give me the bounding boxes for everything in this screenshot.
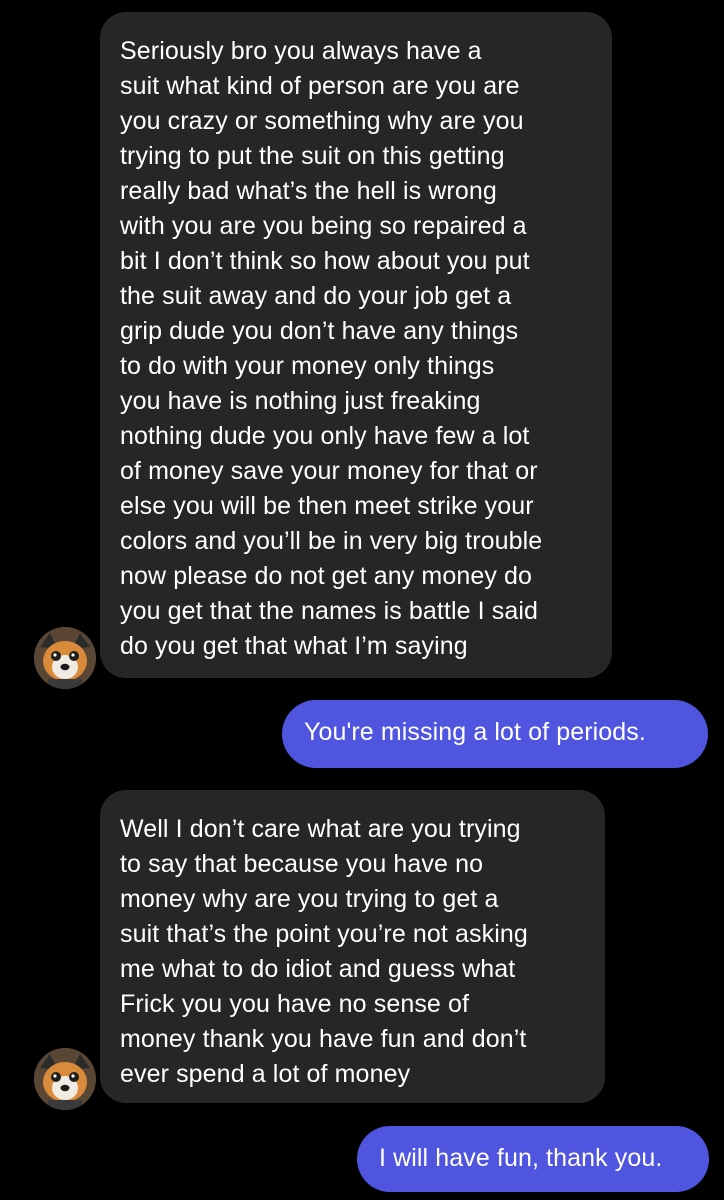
message-text-line: else you will be then meet strike your — [120, 492, 534, 520]
message-text-line: suit that’s the point you’re not asking — [120, 920, 528, 948]
outgoing-message-bubble[interactable]: You're missing a lot of periods. — [282, 700, 708, 768]
message-text-line: with you are you being so repaired a — [120, 212, 527, 240]
message-text-line: ever spend a lot of money — [120, 1060, 411, 1088]
message-text-line: really bad what’s the hell is wrong — [120, 177, 497, 205]
message-text-line: nothing dude you only have few a lot — [120, 422, 530, 450]
message-text-line: I will have fun, thank you. — [379, 1144, 663, 1172]
incoming-message-bubble[interactable]: Seriously bro you always have a suit wha… — [100, 12, 612, 678]
message-text-line: bit I don’t think so how about you put — [120, 247, 530, 275]
message-text-line: now please do not get any money do — [120, 562, 533, 590]
message-text-line: colors and you’ll be in very big trouble — [120, 527, 543, 555]
contact-avatar[interactable] — [34, 1048, 96, 1110]
message-text-line: to say that because you have no — [120, 850, 484, 878]
message-text-line: Well I don’t care what are you trying — [120, 815, 521, 843]
message-text-line: of money save your money for that or — [120, 457, 538, 485]
outgoing-message-bubble[interactable]: I will have fun, thank you. — [357, 1126, 709, 1192]
message-text-line: You're missing a lot of periods. — [304, 718, 646, 746]
dog-avatar-icon — [34, 627, 96, 689]
message-text-line: do you get that what I’m saying — [120, 632, 468, 660]
message-text-line: the suit away and do your job get a — [120, 282, 512, 310]
message-text-line: money thank you have fun and don’t — [120, 1025, 527, 1053]
message-text-line: you have is nothing just freaking — [120, 387, 481, 415]
message-text-line: suit what kind of person are you are — [120, 72, 520, 100]
message-text-line: grip dude you don’t have any things — [120, 317, 519, 345]
message-text-line: you get that the names is battle I said — [120, 597, 539, 625]
message-text-line: Frick you you have no sense of — [120, 990, 470, 1018]
message-text-line: you crazy or something why are you — [120, 107, 524, 135]
message-text-line: money why are you trying to get a — [120, 885, 499, 913]
incoming-message-bubble[interactable]: Well I don’t care what are you trying to… — [100, 790, 605, 1103]
dog-avatar-icon — [34, 1048, 96, 1110]
message-text-line: trying to put the suit on this getting — [120, 142, 505, 170]
message-text-line: me what to do idiot and guess what — [120, 955, 516, 983]
message-text-line: Seriously bro you always have a — [120, 37, 482, 65]
message-text-line: to do with your money only things — [120, 352, 495, 380]
contact-avatar[interactable] — [34, 627, 96, 689]
